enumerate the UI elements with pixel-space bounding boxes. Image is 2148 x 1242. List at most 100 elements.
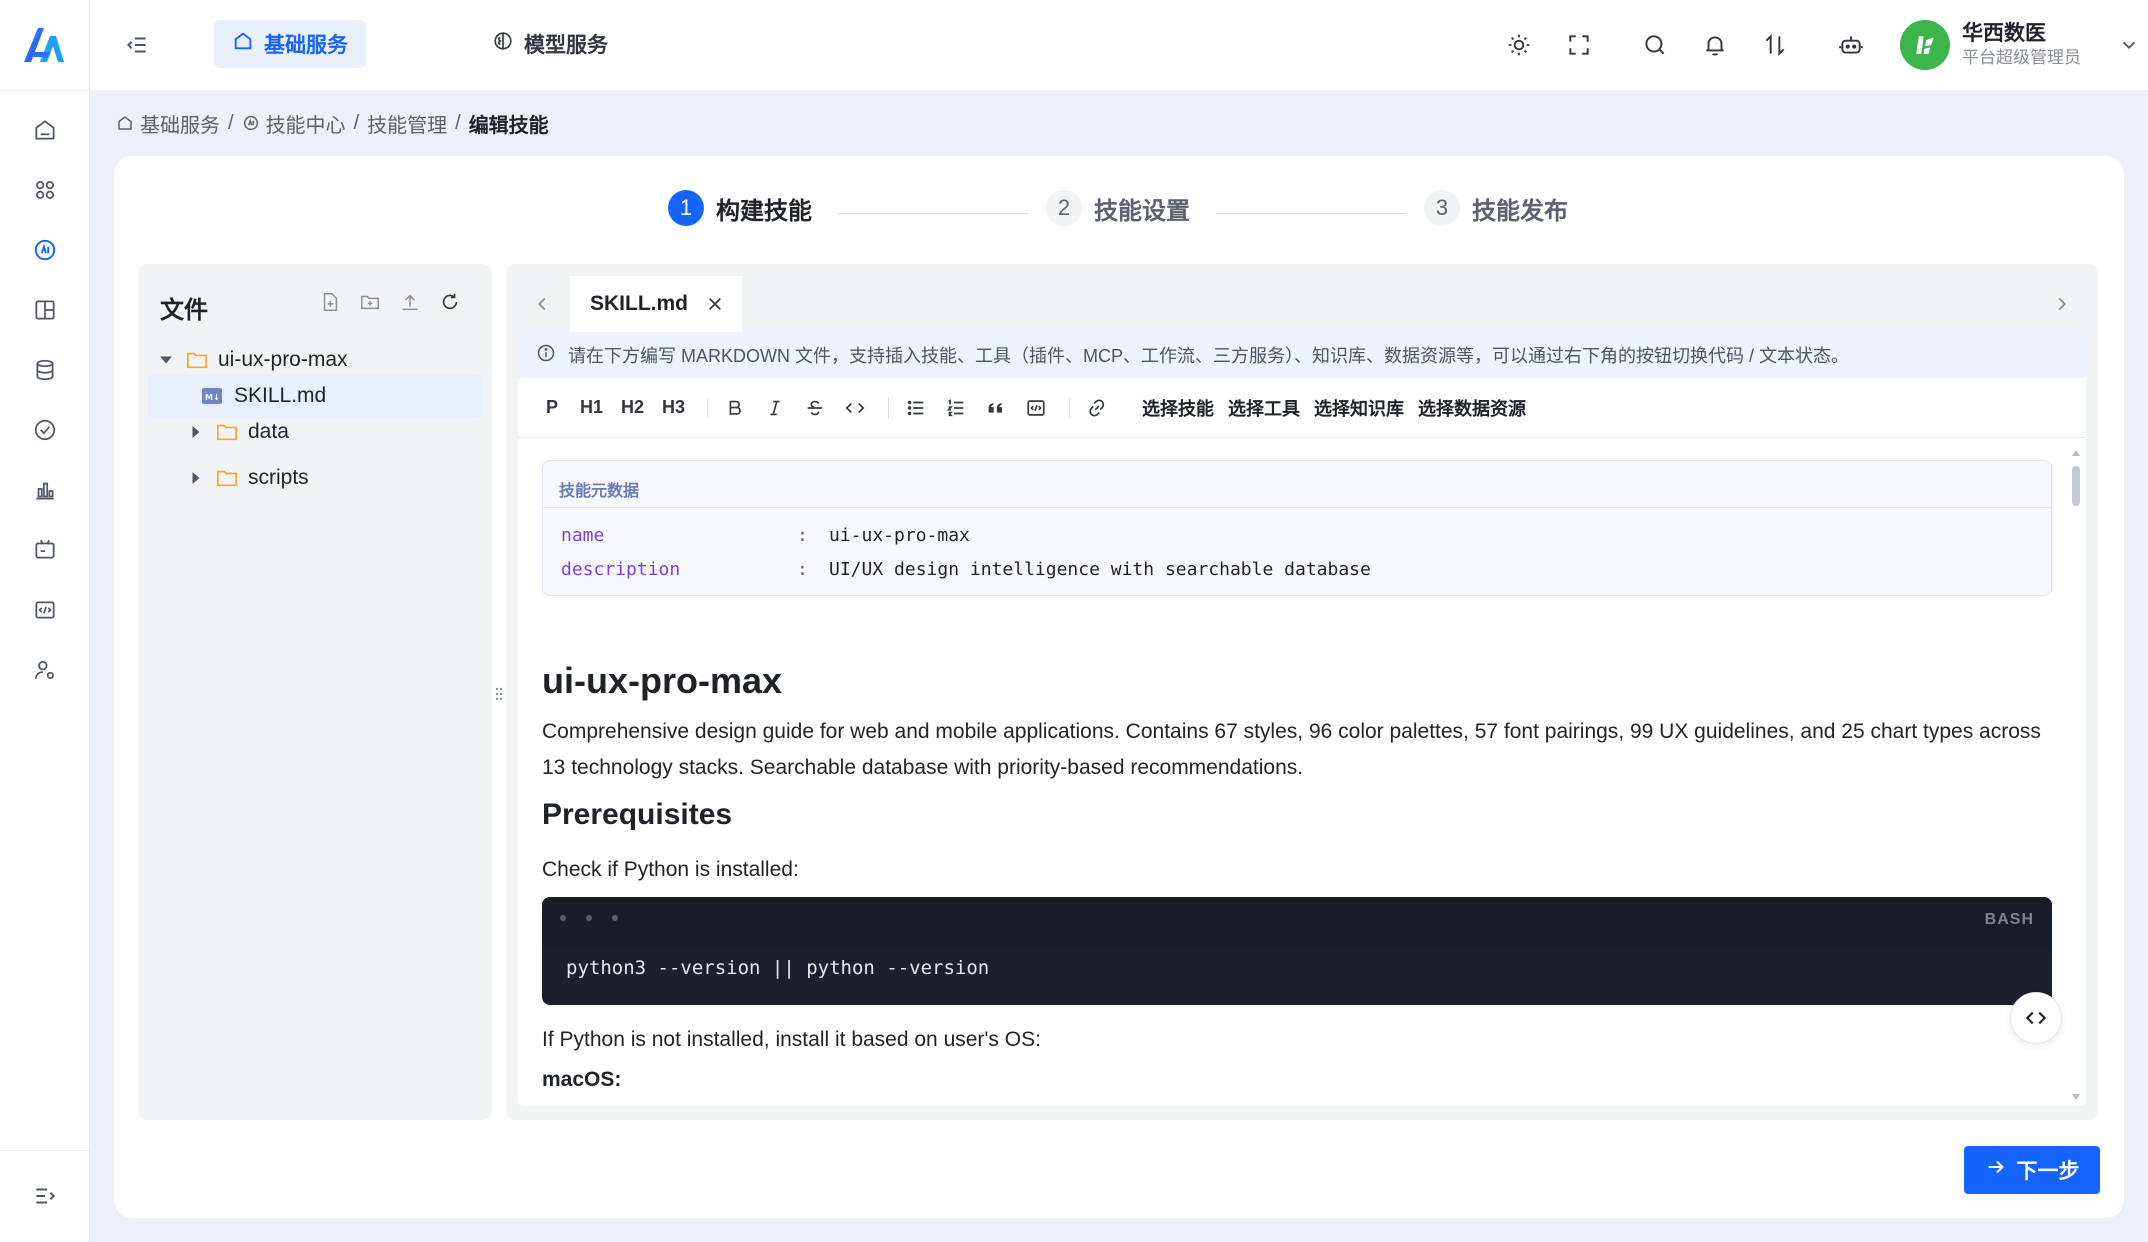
sort-icon[interactable] <box>1758 28 1792 62</box>
step-indicator: 1 构建技能 2 技能设置 3 技能发布 <box>668 190 1708 230</box>
info-icon <box>536 343 556 368</box>
editor-tab-bar: SKILL.md <box>518 276 2086 332</box>
tree-label: ui-ux-pro-max <box>218 348 348 371</box>
inline-code-icon[interactable] <box>838 392 872 424</box>
caret-right-icon[interactable] <box>186 422 206 442</box>
nav-user-settings-icon[interactable] <box>25 650 65 690</box>
metadata-key: name <box>561 525 605 546</box>
nav-apps-icon[interactable] <box>25 170 65 210</box>
collapse-sidebar-icon[interactable] <box>120 28 154 62</box>
tree-folder-scripts[interactable]: scripts <box>148 456 482 500</box>
user-menu[interactable]: 华西数医 平台超级管理员 <box>1900 18 2140 72</box>
scrollbar-thumb[interactable] <box>2072 466 2080 506</box>
refresh-icon[interactable] <box>438 290 462 314</box>
paragraph-button[interactable]: P <box>536 392 568 424</box>
doc-paragraph: Comprehensive design guide for web and m… <box>542 720 2041 779</box>
step-build-skill[interactable]: 1 构建技能 <box>668 190 812 226</box>
fullscreen-icon[interactable] <box>1562 28 1596 62</box>
nav-check-icon[interactable] <box>25 410 65 450</box>
chevron-left-icon[interactable] <box>530 292 554 316</box>
metadata-colon: : <box>797 559 808 580</box>
file-panel-title: 文件 <box>160 297 208 324</box>
quote-icon[interactable] <box>979 392 1013 424</box>
toolbar-divider <box>1069 397 1071 418</box>
sun-icon[interactable] <box>1502 28 1536 62</box>
editor-panel: SKILL.md 请在下方编写 MARKDOWN 文件，支持插入技能、工具（插件… <box>506 264 2098 1120</box>
next-step-button[interactable]: 下一步 <box>1964 1146 2100 1194</box>
upload-icon[interactable] <box>398 290 422 314</box>
search-icon[interactable] <box>1638 28 1672 62</box>
folder-icon <box>216 422 238 442</box>
chevron-down-icon[interactable] <box>2118 34 2140 56</box>
scroll-down-icon[interactable] <box>2072 1094 2080 1100</box>
strikethrough-icon[interactable] <box>798 392 832 424</box>
expand-menu-icon[interactable] <box>25 1176 65 1216</box>
nav-code-icon[interactable] <box>25 590 65 630</box>
heading2-button[interactable]: H2 <box>615 392 650 424</box>
skill-metadata-box: 技能元数据 name : ui-ux-pro-max description :… <box>542 460 2052 596</box>
select-knowledge-base-button[interactable]: 选择知识库 <box>1314 395 1404 421</box>
heading1-button[interactable]: H1 <box>574 392 609 424</box>
tree-folder-data[interactable]: data <box>148 410 482 454</box>
step-label: 构建技能 <box>716 197 812 225</box>
robot-icon[interactable] <box>1834 28 1868 62</box>
close-icon[interactable] <box>706 295 724 313</box>
tab-model-services[interactable]: 模型服务 <box>474 20 626 68</box>
chevron-right-icon[interactable] <box>2050 292 2074 316</box>
new-file-icon[interactable] <box>318 290 342 314</box>
nav-layout-icon[interactable] <box>25 290 65 330</box>
metadata-value: ui-ux-pro-max <box>829 525 970 546</box>
nav-database-icon[interactable] <box>25 350 65 390</box>
select-skill-button[interactable]: 选择技能 <box>1142 395 1214 421</box>
nav-monitor-icon[interactable] <box>25 530 65 570</box>
breadcrumb-item[interactable]: 技能管理 <box>367 109 447 138</box>
app-logo[interactable] <box>20 24 68 66</box>
notice-text: 请在下方编写 MARKDOWN 文件，支持插入技能、工具（插件、MCP、工作流、… <box>568 346 1849 366</box>
breadcrumb-separator: / <box>353 111 360 134</box>
heading3-button[interactable]: H3 <box>656 392 691 424</box>
nav-chart-icon[interactable] <box>25 470 65 510</box>
link-icon[interactable] <box>1080 392 1114 424</box>
editor-content[interactable]: 技能元数据 name : ui-ux-pro-max description :… <box>542 438 2052 1106</box>
skills-icon <box>242 112 260 135</box>
nav-skills-icon[interactable] <box>25 230 65 270</box>
caret-down-icon[interactable] <box>156 350 176 370</box>
breadcrumb-separator: / <box>455 111 461 134</box>
top-bar: 基础服务 模型服务 华西数医 平台超级管理员 <box>90 0 2148 90</box>
editor-tab-skill-md[interactable]: SKILL.md <box>570 276 742 332</box>
editor-scrollbar[interactable] <box>2072 450 2080 1100</box>
doc-heading-1: ui-ux-pro-max <box>542 660 783 701</box>
bell-icon[interactable] <box>1698 28 1732 62</box>
ordered-list-icon[interactable] <box>939 392 973 424</box>
editor-toolbar: P H1 H2 H3 选择技能 选择工具 选择知识库 选择数据资源 <box>518 378 2086 438</box>
doc-paragraph: If Python is not installed, install it b… <box>542 1028 1041 1051</box>
nav-home-icon[interactable] <box>25 110 65 150</box>
home-icon <box>116 112 134 135</box>
breadcrumb-separator: / <box>228 111 234 134</box>
step-skill-settings[interactable]: 2 技能设置 <box>1046 190 1190 226</box>
select-tool-button[interactable]: 选择工具 <box>1228 395 1300 421</box>
breadcrumb-item[interactable]: 技能中心 <box>266 109 346 138</box>
code-block-icon[interactable] <box>1019 392 1053 424</box>
arrow-right-icon <box>1985 1156 2007 1184</box>
panel-resize-handle[interactable] <box>492 684 506 704</box>
caret-right-icon[interactable] <box>186 468 206 488</box>
italic-icon[interactable] <box>758 392 792 424</box>
breadcrumb-item[interactable]: 基础服务 <box>140 109 220 138</box>
select-data-resource-button[interactable]: 选择数据资源 <box>1418 395 1526 421</box>
window-dots-icon <box>560 915 618 921</box>
bold-icon[interactable] <box>718 392 752 424</box>
brain-icon <box>492 30 514 58</box>
home-icon <box>232 30 254 58</box>
scroll-up-icon[interactable] <box>2072 450 2080 456</box>
tab-label: 模型服务 <box>524 34 608 57</box>
new-folder-icon[interactable] <box>358 290 382 314</box>
tree-label: data <box>248 420 289 443</box>
tree-label: SKILL.md <box>234 384 327 407</box>
step-skill-publish[interactable]: 3 技能发布 <box>1424 190 1568 226</box>
code-text-toggle-icon[interactable] <box>2010 992 2062 1044</box>
tab-basic-services[interactable]: 基础服务 <box>214 20 366 68</box>
doc-heading-4: macOS: <box>542 1068 622 1091</box>
bullet-list-icon[interactable] <box>899 392 933 424</box>
toolbar-divider <box>707 397 709 418</box>
